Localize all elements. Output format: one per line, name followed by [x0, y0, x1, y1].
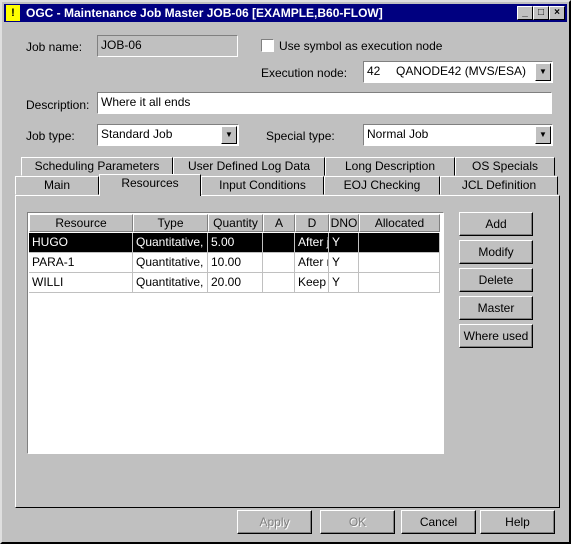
- tab-main[interactable]: Main: [15, 176, 99, 195]
- job-type-value: Standard Job: [101, 127, 173, 141]
- modify-button-label: Modify: [478, 245, 514, 259]
- job-master-window: ! OGC - Maintenance Job Master JOB-06 [E…: [0, 0, 571, 544]
- column-header-type[interactable]: Type: [133, 214, 208, 232]
- description-input[interactable]: Where it all ends: [97, 92, 552, 114]
- execution-node-number: 42: [367, 64, 381, 78]
- maximize-button[interactable]: □: [533, 6, 549, 20]
- where-used-button[interactable]: Where used: [459, 324, 533, 348]
- cell-quantity: 5.00: [208, 233, 263, 253]
- minimize-button[interactable]: _: [517, 6, 533, 20]
- job-name-value: JOB-06: [101, 38, 142, 52]
- cell-d: Keep: [295, 273, 329, 293]
- job-name-field: JOB-06: [97, 35, 238, 57]
- ok-button[interactable]: OK: [320, 510, 395, 534]
- cell-resource: WILLI: [29, 273, 133, 293]
- special-type-value: Normal Job: [367, 127, 429, 141]
- job-name-label: Job name:: [26, 40, 83, 54]
- cell-resource: HUGO: [29, 233, 133, 253]
- execution-node-name: QANODE42 (MVS/ESA): [396, 64, 527, 78]
- special-type-combo[interactable]: Normal Job ▼: [363, 124, 553, 146]
- cell-allocated: [359, 253, 440, 273]
- resources-table[interactable]: Resource Type Quantity A D DNO Allocated…: [27, 212, 444, 454]
- description-label: Description:: [26, 98, 90, 112]
- tab-jcl-definition[interactable]: JCL Definition: [440, 176, 558, 195]
- cancel-button[interactable]: Cancel: [401, 510, 476, 534]
- cell-a: [263, 273, 295, 293]
- description-value: Where it all ends: [101, 95, 191, 109]
- delete-button[interactable]: Delete: [459, 268, 533, 292]
- cell-a: [263, 233, 295, 253]
- table-row[interactable]: PARA-1 Quantitative, r 10.00 After n Y: [29, 253, 440, 273]
- execution-node-label: Execution node:: [261, 66, 348, 80]
- cell-resource: PARA-1: [29, 253, 133, 273]
- column-header-quantity[interactable]: Quantity: [208, 214, 263, 232]
- modify-button[interactable]: Modify: [459, 240, 533, 264]
- column-header-a[interactable]: A: [263, 214, 295, 232]
- title-bar: ! OGC - Maintenance Job Master JOB-06 [E…: [4, 4, 567, 22]
- chevron-down-icon[interactable]: ▼: [535, 63, 551, 81]
- add-button[interactable]: Add: [459, 212, 533, 236]
- use-symbol-label: Use symbol as execution node: [279, 39, 443, 53]
- master-button[interactable]: Master: [459, 296, 533, 320]
- apply-button[interactable]: Apply: [237, 510, 312, 534]
- apply-button-label: Apply: [259, 515, 290, 529]
- tab-long-description[interactable]: Long Description: [325, 157, 455, 176]
- job-type-combo[interactable]: Standard Job ▼: [97, 124, 239, 146]
- execution-node-combo[interactable]: 42 QANODE42 (MVS/ESA) ▼: [363, 61, 553, 83]
- tab-resources[interactable]: Resources: [99, 174, 201, 196]
- column-header-dno[interactable]: DNO: [329, 214, 359, 232]
- resources-panel: Resource Type Quantity A D DNO Allocated…: [15, 195, 560, 508]
- cell-type: Quantitative, r: [133, 253, 208, 273]
- cancel-button-label: Cancel: [419, 515, 458, 529]
- use-symbol-checkbox[interactable]: [261, 39, 274, 52]
- column-header-allocated[interactable]: Allocated: [359, 214, 440, 232]
- chevron-down-icon[interactable]: ▼: [221, 126, 237, 144]
- add-button-label: Add: [485, 217, 507, 231]
- chevron-down-icon[interactable]: ▼: [535, 126, 551, 144]
- table-row[interactable]: WILLI Quantitative, n 20.00 Keep Y: [29, 273, 440, 293]
- column-header-d[interactable]: D: [295, 214, 329, 232]
- close-button[interactable]: ×: [549, 6, 565, 20]
- cell-quantity: 10.00: [208, 253, 263, 273]
- cell-d: After n: [295, 253, 329, 273]
- master-button-label: Master: [477, 301, 515, 315]
- help-button[interactable]: Help: [480, 510, 555, 534]
- cell-d: After j: [295, 233, 329, 253]
- where-used-button-label: Where used: [463, 329, 529, 343]
- cell-a: [263, 253, 295, 273]
- tab-eoj-checking[interactable]: EOJ Checking: [324, 176, 440, 195]
- delete-button-label: Delete: [478, 273, 514, 287]
- ok-button-label: OK: [348, 515, 367, 529]
- table-row[interactable]: HUGO Quantitative, n 5.00 After j Y: [29, 233, 440, 253]
- cell-type: Quantitative, n: [133, 273, 208, 293]
- cell-allocated: [359, 233, 440, 253]
- help-button-label: Help: [505, 515, 530, 529]
- cell-type: Quantitative, n: [133, 233, 208, 253]
- cell-quantity: 20.00: [208, 273, 263, 293]
- job-type-label: Job type:: [26, 129, 75, 143]
- cell-allocated: [359, 273, 440, 293]
- tab-os-specials[interactable]: OS Specials: [455, 157, 555, 176]
- app-icon: !: [6, 5, 20, 21]
- cell-dno: Y: [329, 233, 359, 253]
- cell-dno: Y: [329, 273, 359, 293]
- window-title: OGC - Maintenance Job Master JOB-06 [EXA…: [26, 6, 383, 20]
- cell-dno: Y: [329, 253, 359, 273]
- tab-input-conditions[interactable]: Input Conditions: [201, 176, 324, 195]
- column-header-resource[interactable]: Resource: [29, 214, 133, 232]
- special-type-label: Special type:: [266, 129, 335, 143]
